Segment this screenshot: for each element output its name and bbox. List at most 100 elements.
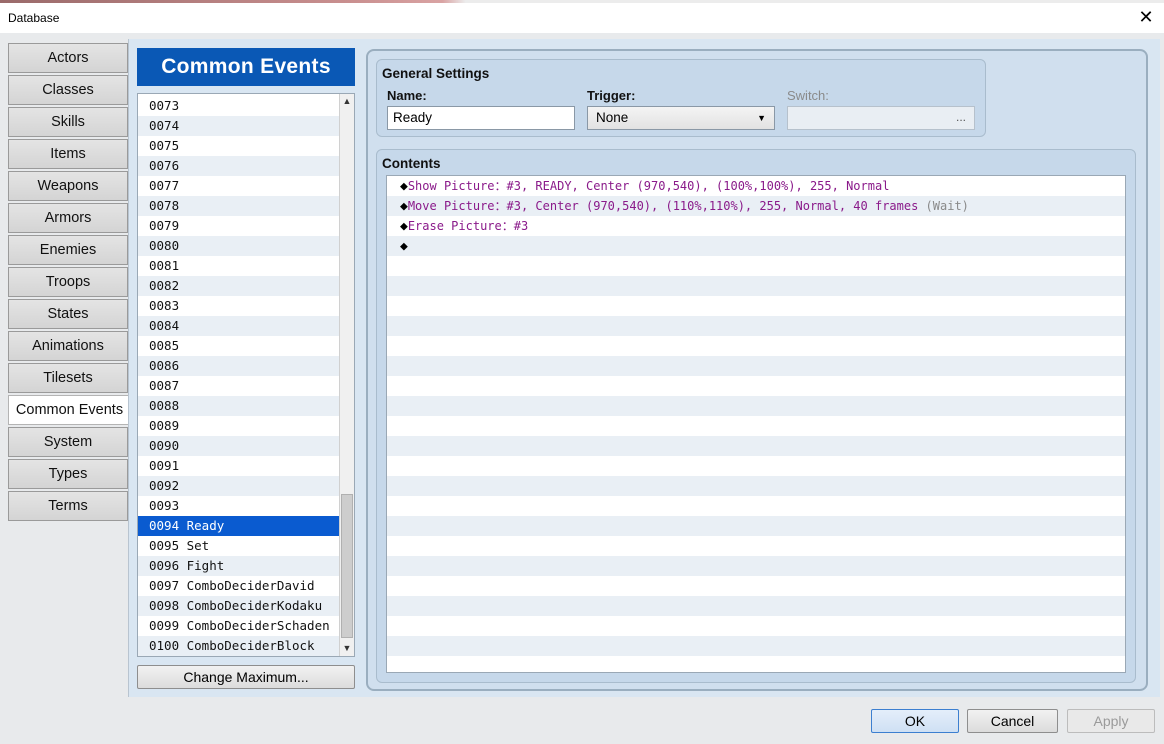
command-text: Move Picture：#3, Center (970,540), (110%… — [407, 199, 919, 213]
common-events-list[interactable]: 0073 0074 0075 0076 0077 0078 0079 0080 0081 0082… — [137, 93, 355, 657]
list-item[interactable]: 0075 — [138, 136, 340, 156]
ok-button[interactable]: OK — [871, 709, 959, 733]
list-item[interactable]: 0074 — [138, 116, 340, 136]
empty-command-row[interactable] — [387, 636, 1125, 656]
switch-selector[interactable]: ... — [787, 106, 975, 130]
title-bar: Database ✕ — [0, 3, 1164, 33]
empty-command-row[interactable] — [387, 476, 1125, 496]
list-item[interactable]: 0078 — [138, 196, 340, 216]
list-item[interactable]: 0083 — [138, 296, 340, 316]
list-item[interactable]: 0097 ComboDeciderDavid — [138, 576, 340, 596]
list-item[interactable]: 0076 — [138, 156, 340, 176]
empty-command-row[interactable] — [387, 596, 1125, 616]
scroll-thumb[interactable] — [341, 494, 353, 638]
tab-animations[interactable]: Animations — [8, 331, 128, 361]
command-row[interactable]: ◆Show Picture：#3, READY, Center (970,540… — [387, 176, 1125, 196]
list-item[interactable]: 0091 — [138, 456, 340, 476]
contents-title: Contents — [382, 156, 441, 171]
list-item[interactable]: 0077 — [138, 176, 340, 196]
trigger-value: None — [596, 110, 629, 125]
tab-terms[interactable]: Terms — [8, 491, 128, 521]
command-bullet-icon: ◆ — [400, 199, 408, 214]
empty-command-row[interactable] — [387, 336, 1125, 356]
tab-items[interactable]: Items — [8, 139, 128, 169]
list-item[interactable]: 0090 — [138, 436, 340, 456]
list-item[interactable]: 0100 ComboDeciderBlock — [138, 636, 340, 656]
tab-skills[interactable]: Skills — [8, 107, 128, 137]
command-row[interactable]: ◆Move Picture：#3, Center (970,540), (110… — [387, 196, 1125, 216]
tab-common-events[interactable]: Common Events — [8, 395, 130, 425]
tab-classes[interactable]: Classes — [8, 75, 128, 105]
empty-command-row[interactable] — [387, 496, 1125, 516]
empty-command-row[interactable] — [387, 516, 1125, 536]
empty-command-row[interactable] — [387, 456, 1125, 476]
list-item[interactable]: 0084 — [138, 316, 340, 336]
empty-command-row[interactable] — [387, 396, 1125, 416]
list-item[interactable]: 0089 — [138, 416, 340, 436]
empty-command-row[interactable] — [387, 536, 1125, 556]
tab-states[interactable]: States — [8, 299, 128, 329]
list-item[interactable]: 0073 — [138, 96, 340, 116]
empty-command-row[interactable] — [387, 256, 1125, 276]
tab-armors[interactable]: Armors — [8, 203, 128, 233]
list-item[interactable]: 0092 — [138, 476, 340, 496]
name-input[interactable]: Ready — [387, 106, 575, 130]
empty-command-row[interactable] — [387, 316, 1125, 336]
ellipsis-icon: ... — [955, 110, 966, 124]
event-list-items: 0073 0074 0075 0076 0077 0078 0079 0080 0081 0082… — [138, 96, 340, 656]
list-item[interactable]: 0082 — [138, 276, 340, 296]
empty-command-row[interactable] — [387, 416, 1125, 436]
list-item[interactable]: 0096 Fight — [138, 556, 340, 576]
empty-command-row[interactable] — [387, 436, 1125, 456]
list-item[interactable]: 0098 ComboDeciderKodaku — [138, 596, 340, 616]
command-row[interactable]: ◆ — [387, 236, 1125, 256]
empty-command-row[interactable] — [387, 576, 1125, 596]
command-text: Show Picture：#3, READY, Center (970,540)… — [407, 179, 890, 193]
list-item[interactable]: 0086 — [138, 356, 340, 376]
general-settings-title: General Settings — [382, 66, 490, 81]
list-item[interactable]: 0088 — [138, 396, 340, 416]
empty-command-row[interactable] — [387, 656, 1125, 672]
empty-command-row[interactable] — [387, 356, 1125, 376]
close-icon[interactable]: ✕ — [1136, 7, 1156, 27]
trigger-select[interactable]: None ▼ — [587, 106, 775, 130]
list-item[interactable]: 0079 — [138, 216, 340, 236]
tab-actors[interactable]: Actors — [8, 43, 128, 73]
list-scrollbar[interactable]: ▲ ▼ — [339, 94, 354, 656]
tab-weapons[interactable]: Weapons — [8, 171, 128, 201]
apply-button[interactable]: Apply — [1067, 709, 1155, 733]
empty-command-row[interactable] — [387, 276, 1125, 296]
command-bullet-icon: ◆ — [400, 239, 408, 254]
command-row[interactable]: ◆Erase Picture：#3 — [387, 216, 1125, 236]
scroll-down-arrow-icon[interactable]: ▼ — [340, 641, 354, 656]
list-item[interactable]: 0080 — [138, 236, 340, 256]
empty-command-row[interactable] — [387, 296, 1125, 316]
scroll-up-arrow-icon[interactable]: ▲ — [340, 94, 354, 109]
command-text: Erase Picture：#3 — [407, 219, 529, 233]
switch-label: Switch: — [787, 88, 829, 103]
category-tabs: Actors Classes Skills Items Weapons Armors Ene… — [8, 43, 130, 523]
empty-command-row[interactable] — [387, 376, 1125, 396]
list-item[interactable]: 0099 ComboDeciderSchaden — [138, 616, 340, 636]
list-item[interactable]: 0094 Ready — [138, 516, 340, 536]
tab-types[interactable]: Types — [8, 459, 128, 489]
list-item[interactable]: 0085 — [138, 336, 340, 356]
tab-tilesets[interactable]: Tilesets — [8, 363, 128, 393]
command-bullet-icon: ◆ — [400, 179, 408, 194]
list-item[interactable]: 0093 — [138, 496, 340, 516]
window-title: Database — [8, 11, 60, 25]
change-maximum-button[interactable]: Change Maximum... — [137, 665, 355, 689]
empty-command-row[interactable] — [387, 616, 1125, 636]
list-item[interactable]: 0081 — [138, 256, 340, 276]
tab-enemies[interactable]: Enemies — [8, 235, 128, 265]
tab-system[interactable]: System — [8, 427, 128, 457]
command-list[interactable]: ◆Show Picture：#3, READY, Center (970,540… — [386, 175, 1126, 673]
command-bullet-icon: ◆ — [400, 219, 408, 234]
chevron-down-icon: ▼ — [757, 113, 766, 123]
name-label: Name: — [387, 88, 427, 103]
list-item[interactable]: 0087 — [138, 376, 340, 396]
tab-troops[interactable]: Troops — [8, 267, 128, 297]
empty-command-row[interactable] — [387, 556, 1125, 576]
list-item[interactable]: 0095 Set — [138, 536, 340, 556]
cancel-button[interactable]: Cancel — [967, 709, 1058, 733]
